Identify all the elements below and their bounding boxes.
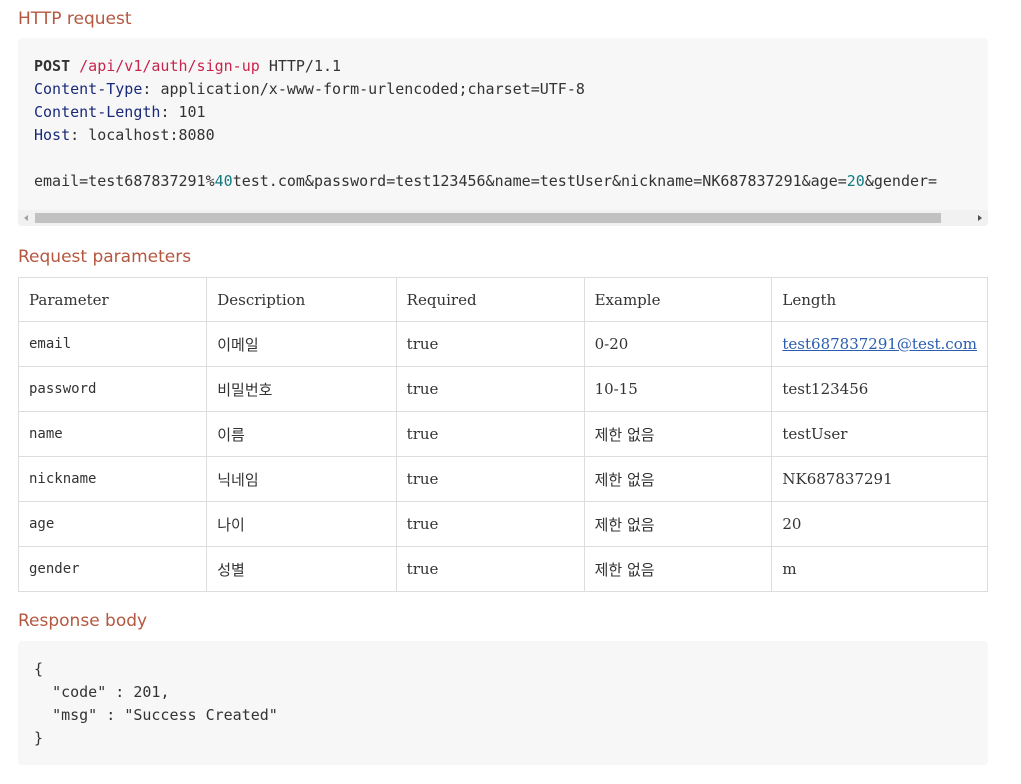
request-parameters-title: Request parameters <box>18 247 192 267</box>
cell-parameter: age <box>17 501 208 547</box>
response-body-code-block: { "code" : 201, "msg" : "Success Created… <box>18 641 988 765</box>
scroll-left-arrow-icon[interactable] <box>18 210 34 226</box>
cell-example: 제한 없음 <box>583 501 773 547</box>
horizontal-scrollbar[interactable] <box>18 210 988 226</box>
cell-required: true <box>395 321 585 367</box>
cell-length: NK687837291 <box>771 456 988 502</box>
table-row: password 비밀번호 true 10-15 test123456 <box>17 366 988 412</box>
table-row: name 이름 true 제한 없음 testUser <box>17 411 988 457</box>
cell-required: true <box>395 501 585 547</box>
http-method: POST <box>34 57 71 75</box>
cell-parameter: email <box>17 321 208 367</box>
cell-required: true <box>395 411 585 457</box>
column-header-length: Length <box>771 277 988 322</box>
email-link[interactable]: test687837291@test.com <box>782 335 977 353</box>
cell-required: true <box>395 456 585 502</box>
cell-required: true <box>395 546 585 592</box>
http-request-code: POST /api/v1/auth/sign-up HTTP/1.1 Conte… <box>34 57 938 190</box>
request-body: email=test687837291%40test.com&password=… <box>34 172 938 190</box>
cell-description: 이름 <box>206 411 397 457</box>
response-body-title: Response body <box>18 611 148 631</box>
table-row: gender 성별 true 제한 없음 m <box>17 546 988 592</box>
cell-description: 성별 <box>206 546 397 592</box>
http-path: /api/v1/auth/sign-up <box>79 57 260 75</box>
http-request-code-block[interactable]: POST /api/v1/auth/sign-up HTTP/1.1 Conte… <box>18 38 988 226</box>
cell-example: 제한 없음 <box>583 456 773 502</box>
scroll-right-arrow-icon[interactable] <box>972 210 988 226</box>
cell-example: 제한 없음 <box>583 546 773 592</box>
column-header-parameter: Parameter <box>17 277 208 322</box>
cell-description: 이메일 <box>206 321 397 367</box>
cell-parameter: name <box>17 411 208 457</box>
table-header-row: Parameter Description Required Example L… <box>17 277 988 322</box>
header-value: 101 <box>178 103 206 121</box>
scrollbar-thumb[interactable] <box>35 213 941 223</box>
cell-description: 나이 <box>206 501 397 547</box>
cell-length: 20 <box>771 501 988 547</box>
table-row: age 나이 true 제한 없음 20 <box>17 501 988 547</box>
cell-example: 10-15 <box>583 366 773 412</box>
cell-length: testUser <box>771 411 988 457</box>
cell-example: 0-20 <box>583 321 773 367</box>
json-value: "Success Created" <box>124 706 278 724</box>
header-value: localhost:8080 <box>88 126 215 144</box>
cell-example: 제한 없음 <box>583 411 773 457</box>
json-value: 201 <box>133 683 161 701</box>
cell-required: true <box>395 366 585 412</box>
column-header-example: Example <box>583 277 773 322</box>
json-key: "code" <box>52 683 107 701</box>
cell-description: 닉네임 <box>206 456 397 502</box>
header-name: Content-Type <box>34 80 143 98</box>
cell-parameter: password <box>17 366 208 412</box>
http-protocol: HTTP/1.1 <box>268 57 342 75</box>
cell-length: test123456 <box>771 366 988 412</box>
table-row: nickname 닉네임 true 제한 없음 NK687837291 <box>17 456 988 502</box>
request-parameters-table: Parameter Description Required Example L… <box>17 277 988 592</box>
cell-parameter: nickname <box>17 456 208 502</box>
column-header-description: Description <box>206 277 397 322</box>
cell-length: test687837291@test.com <box>771 321 988 367</box>
response-body-code: { "code" : 201, "msg" : "Success Created… <box>34 660 278 747</box>
table-row: email 이메일 true 0-20 test687837291@test.c… <box>17 321 988 367</box>
header-value: application/x-www-form-urlencoded;charse… <box>160 80 585 98</box>
cell-parameter: gender <box>17 546 208 592</box>
cell-length: m <box>771 546 988 592</box>
header-name: Content-Length <box>34 103 161 121</box>
http-request-title: HTTP request <box>18 9 132 29</box>
header-name: Host <box>34 126 71 144</box>
column-header-required: Required <box>395 277 585 322</box>
json-key: "msg" <box>52 706 98 724</box>
cell-description: 비밀번호 <box>206 366 397 412</box>
